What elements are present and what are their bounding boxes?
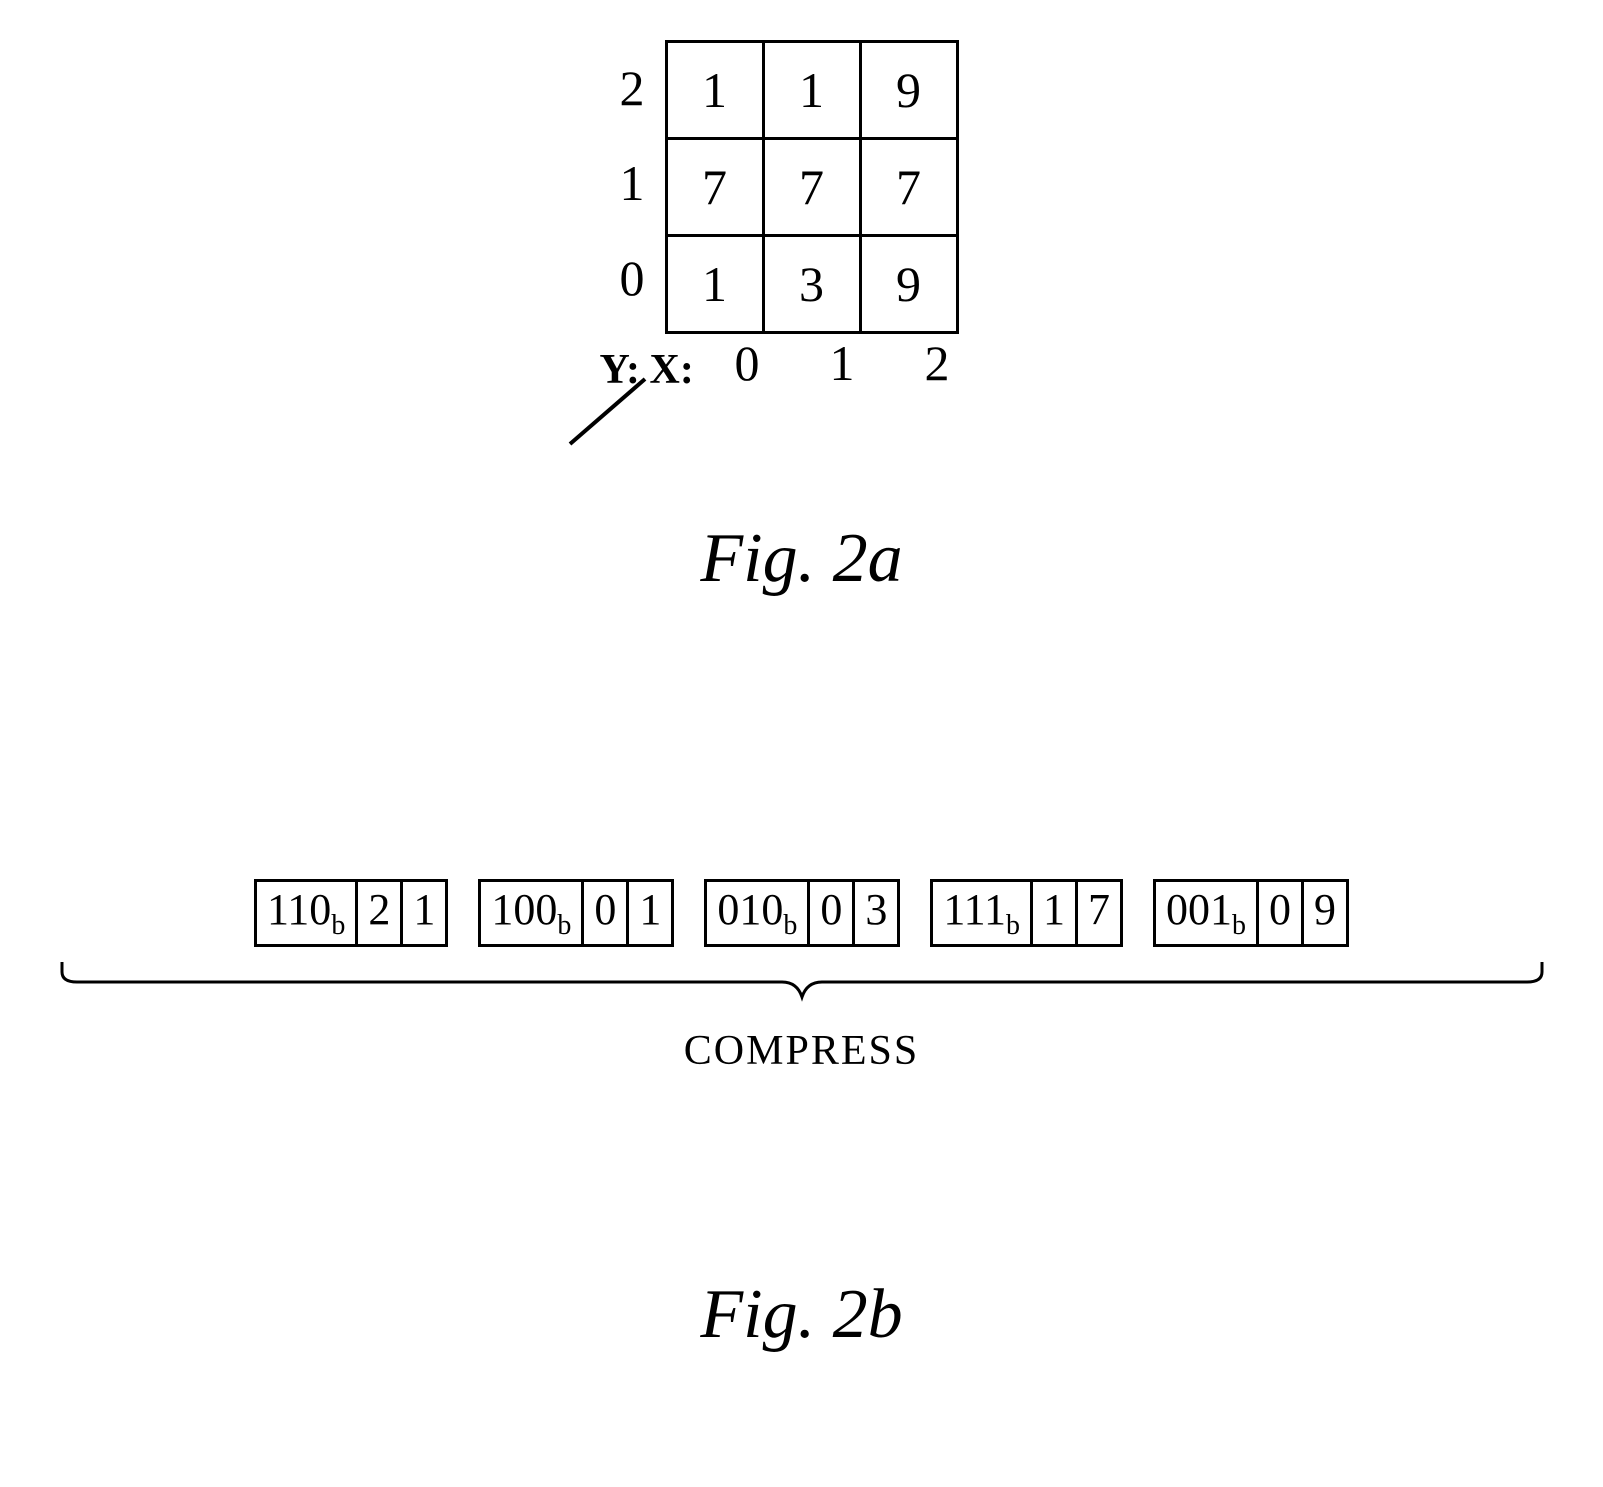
fig-2a-caption: Fig. 2a [30,519,1573,599]
tuple-4: 001b 0 9 [1153,879,1349,947]
x-axis-labels: 0 1 2 [700,334,985,392]
tuple-1: 100b 0 1 [478,879,674,947]
tuple-2-val2: 3 [855,882,897,944]
cell-1-2: 7 [860,139,957,236]
tuple-0-val2: 1 [403,882,445,944]
data-grid: 1 1 9 7 7 7 1 3 9 [665,40,959,334]
tuple-0: 110b 2 1 [254,879,448,947]
tuple-3-binary: 111b [933,882,1033,944]
tuple-3-val2: 7 [1078,882,1120,944]
y-label-1: 1 [605,135,645,230]
y-axis-labels: 2 1 0 [605,40,645,325]
tuple-2-val1: 0 [810,882,855,944]
tuple-2-binary: 010b [707,882,810,944]
tuple-0-val1: 2 [358,882,403,944]
x-label-2: 2 [890,334,985,392]
y-label-2: 2 [605,40,645,135]
x-label-1: 1 [795,334,890,392]
tuple-0-binary: 110b [257,882,358,944]
tuple-2: 010b 0 3 [704,879,900,947]
figure-2a: 2 1 0 1 1 9 7 7 7 1 3 9 Y: X: [30,40,1573,599]
figure-2b: 110b 2 1 100b 0 1 010b 0 3 111b 1 7 001b… [30,879,1573,1355]
diagonal-line [560,369,660,449]
curly-brace [57,957,1547,1007]
tuple-1-binary: 100b [481,882,584,944]
tuple-1-val1: 0 [584,882,629,944]
tuple-3-val1: 1 [1033,882,1078,944]
tuple-4-val1: 0 [1259,882,1304,944]
tuple-4-binary: 001b [1156,882,1259,944]
cell-1-1: 7 [763,139,860,236]
cell-0-0: 1 [666,236,763,333]
cell-0-1: 3 [763,236,860,333]
grid-container: 2 1 0 1 1 9 7 7 7 1 3 9 Y: X: [665,40,959,334]
tuples-row: 110b 2 1 100b 0 1 010b 0 3 111b 1 7 001b… [30,879,1573,947]
cell-0-2: 9 [860,236,957,333]
tuple-4-val2: 9 [1304,882,1346,944]
y-label-0: 0 [605,230,645,325]
tuple-1-val2: 1 [629,882,671,944]
cell-2-2: 9 [860,42,957,139]
cell-2-1: 1 [763,42,860,139]
x-label-0: 0 [700,334,795,392]
brace-container [30,957,1573,1012]
fig-2b-caption: Fig. 2b [30,1275,1573,1355]
compress-label: COMPRESS [30,1027,1573,1075]
tuple-3: 111b 1 7 [930,879,1123,947]
cell-2-0: 1 [666,42,763,139]
cell-1-0: 7 [666,139,763,236]
